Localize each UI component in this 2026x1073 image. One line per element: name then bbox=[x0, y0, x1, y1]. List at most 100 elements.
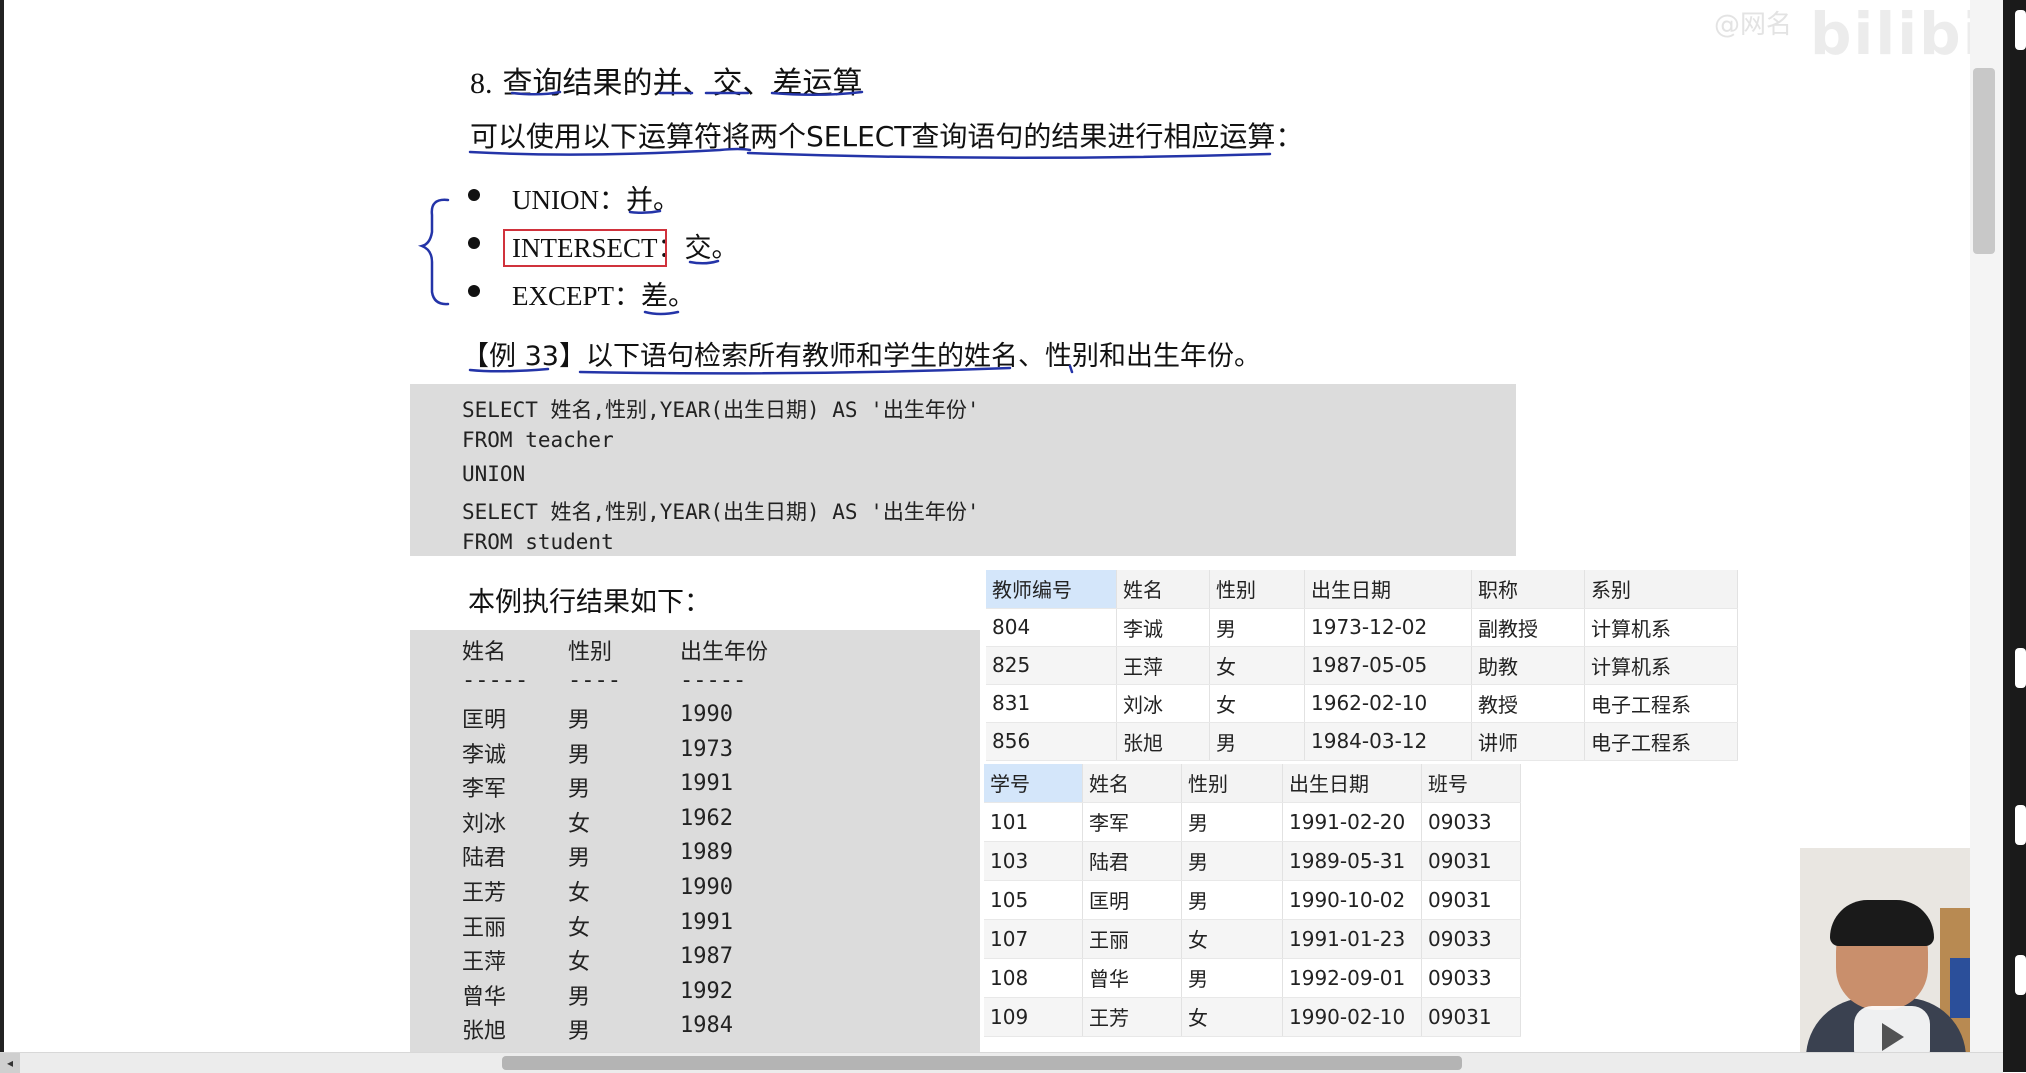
table-cell[interactable]: 男 bbox=[1181, 802, 1283, 842]
vertical-scroll-thumb[interactable] bbox=[1973, 68, 1995, 254]
table-cell[interactable]: 1984-03-12 bbox=[1304, 722, 1472, 761]
table-cell[interactable]: 831 bbox=[986, 684, 1117, 723]
table-cell[interactable]: 男 bbox=[1209, 722, 1305, 761]
col-header[interactable]: 班号 bbox=[1421, 764, 1521, 803]
result-separator: ----- bbox=[680, 668, 747, 693]
table-cell[interactable]: 男 bbox=[1181, 880, 1283, 920]
table-row[interactable]: 108 曾华男 1992-09-01 09033 bbox=[984, 958, 1521, 998]
table-cell[interactable]: 张旭 bbox=[1116, 722, 1210, 761]
table-cell[interactable]: 1992-09-01 bbox=[1282, 958, 1422, 998]
table-cell[interactable]: 1987-05-05 bbox=[1304, 646, 1472, 685]
col-header[interactable]: 出生日期 bbox=[1304, 570, 1472, 609]
horizontal-scrollbar[interactable]: ◂ bbox=[0, 1052, 2003, 1073]
vertical-scrollbar[interactable] bbox=[1970, 0, 2003, 1052]
table-row[interactable]: 107 王丽女 1991-01-23 09033 bbox=[984, 919, 1521, 959]
result-separator: ----- bbox=[462, 668, 529, 693]
result-cell: 女 bbox=[568, 950, 591, 976]
table-cell[interactable]: 男 bbox=[1181, 958, 1283, 998]
table-cell[interactable]: 1973-12-02 bbox=[1304, 608, 1472, 647]
table-cell[interactable]: 计算机系 bbox=[1584, 646, 1738, 685]
table-cell[interactable]: 09031 bbox=[1421, 841, 1521, 881]
table-cell[interactable]: 1991-01-23 bbox=[1282, 919, 1422, 959]
col-header[interactable]: 系别 bbox=[1584, 570, 1738, 609]
result-cell: 1991 bbox=[680, 909, 733, 935]
table-cell[interactable]: 电子工程系 bbox=[1584, 684, 1738, 723]
table-cell[interactable]: 101 bbox=[984, 802, 1083, 842]
table-cell[interactable]: 刘冰 bbox=[1116, 684, 1210, 723]
table-cell[interactable]: 1990-02-10 bbox=[1282, 997, 1422, 1037]
table-row[interactable]: 101 李军男 1991-02-20 09033 bbox=[984, 802, 1521, 842]
table-cell[interactable]: 107 bbox=[984, 919, 1083, 959]
table-cell[interactable]: 1991-02-20 bbox=[1282, 802, 1422, 842]
table-cell[interactable]: 男 bbox=[1181, 841, 1283, 881]
table-cell[interactable]: 曾华 bbox=[1082, 958, 1182, 998]
bullet-icon bbox=[468, 189, 480, 201]
table-cell[interactable]: 109 bbox=[984, 997, 1083, 1037]
table-cell[interactable]: 讲师 bbox=[1471, 722, 1585, 761]
table-cell[interactable]: 女 bbox=[1209, 684, 1305, 723]
col-header[interactable]: 教师编号 bbox=[986, 570, 1117, 609]
result-cell: 1991 bbox=[680, 771, 733, 797]
table-cell[interactable]: 教授 bbox=[1471, 684, 1585, 723]
table-cell[interactable]: 电子工程系 bbox=[1584, 722, 1738, 761]
operator-text: UNION：并。 bbox=[512, 185, 680, 215]
table-cell[interactable]: 103 bbox=[984, 841, 1083, 881]
table-cell[interactable]: 匡明 bbox=[1082, 880, 1182, 920]
table-cell[interactable]: 1990-10-02 bbox=[1282, 880, 1422, 920]
example-title: 【例 33】以下语句检索所有教师和学生的姓名、性别和出生年份。 bbox=[462, 341, 1261, 372]
table-row[interactable]: 109 王芳女 1990-02-10 09031 bbox=[984, 997, 1521, 1037]
result-cell: 李军 bbox=[462, 777, 507, 803]
table-cell[interactable]: 09033 bbox=[1421, 802, 1521, 842]
result-cell: 女 bbox=[568, 915, 591, 941]
edge-mark bbox=[2015, 648, 2026, 688]
result-cell: 曾华 bbox=[462, 984, 507, 1010]
col-header[interactable]: 性别 bbox=[1209, 570, 1305, 609]
table-cell[interactable]: 1962-02-10 bbox=[1304, 684, 1472, 723]
col-header[interactable]: 姓名 bbox=[1082, 764, 1182, 803]
table-cell[interactable]: 李诚 bbox=[1116, 608, 1210, 647]
edge-mark bbox=[2015, 955, 2026, 995]
left-edge bbox=[0, 0, 4, 1052]
table-cell[interactable]: 804 bbox=[986, 608, 1117, 647]
table-cell[interactable]: 108 bbox=[984, 958, 1083, 998]
student-table-header: 学号 姓名 性别 出生日期 班号 bbox=[984, 764, 1521, 803]
col-header[interactable]: 出生日期 bbox=[1282, 764, 1422, 803]
table-cell[interactable]: 助教 bbox=[1471, 646, 1585, 685]
watermark-small: @网名 bbox=[1714, 10, 1793, 40]
table-row[interactable]: 856 张旭男 1984-03-12 讲师 电子工程系 bbox=[986, 722, 1738, 761]
result-cell: 男 bbox=[568, 984, 591, 1010]
table-cell[interactable]: 105 bbox=[984, 880, 1083, 920]
horizontal-scroll-thumb[interactable] bbox=[502, 1056, 1462, 1070]
table-cell[interactable]: 09033 bbox=[1421, 919, 1521, 959]
table-cell[interactable]: 王芳 bbox=[1082, 997, 1182, 1037]
table-cell[interactable]: 男 bbox=[1209, 608, 1305, 647]
table-cell[interactable]: 825 bbox=[986, 646, 1117, 685]
table-row[interactable]: 103 陆君男 1989-05-31 09031 bbox=[984, 841, 1521, 881]
table-cell[interactable]: 09031 bbox=[1421, 997, 1521, 1037]
col-header[interactable]: 姓名 bbox=[1116, 570, 1210, 609]
table-cell[interactable]: 陆君 bbox=[1082, 841, 1182, 881]
table-cell[interactable]: 计算机系 bbox=[1584, 608, 1738, 647]
result-cell: 1989 bbox=[680, 840, 733, 866]
table-cell[interactable]: 女 bbox=[1209, 646, 1305, 685]
table-row[interactable]: 105 匡明男 1990-10-02 09031 bbox=[984, 880, 1521, 920]
table-cell[interactable]: 李军 bbox=[1082, 802, 1182, 842]
table-cell[interactable]: 856 bbox=[986, 722, 1117, 761]
table-cell[interactable]: 女 bbox=[1181, 997, 1283, 1037]
table-row[interactable]: 825 王萍女 1987-05-05 助教 计算机系 bbox=[986, 646, 1738, 685]
table-row[interactable]: 804 李诚男 1973-12-02 副教授 计算机系 bbox=[986, 608, 1738, 647]
bracket-brace bbox=[417, 198, 450, 306]
table-row[interactable]: 831 刘冰女 1962-02-10 教授 电子工程系 bbox=[986, 684, 1738, 723]
table-cell[interactable]: 王丽 bbox=[1082, 919, 1182, 959]
col-header[interactable]: 职称 bbox=[1471, 570, 1585, 609]
scroll-left-icon[interactable]: ◂ bbox=[0, 1053, 20, 1073]
result-header: 姓名 bbox=[462, 640, 507, 665]
table-cell[interactable]: 09033 bbox=[1421, 958, 1521, 998]
col-header[interactable]: 性别 bbox=[1181, 764, 1283, 803]
table-cell[interactable]: 女 bbox=[1181, 919, 1283, 959]
table-cell[interactable]: 1989-05-31 bbox=[1282, 841, 1422, 881]
table-cell[interactable]: 王萍 bbox=[1116, 646, 1210, 685]
col-header[interactable]: 学号 bbox=[984, 764, 1083, 803]
table-cell[interactable]: 副教授 bbox=[1471, 608, 1585, 647]
table-cell[interactable]: 09031 bbox=[1421, 880, 1521, 920]
